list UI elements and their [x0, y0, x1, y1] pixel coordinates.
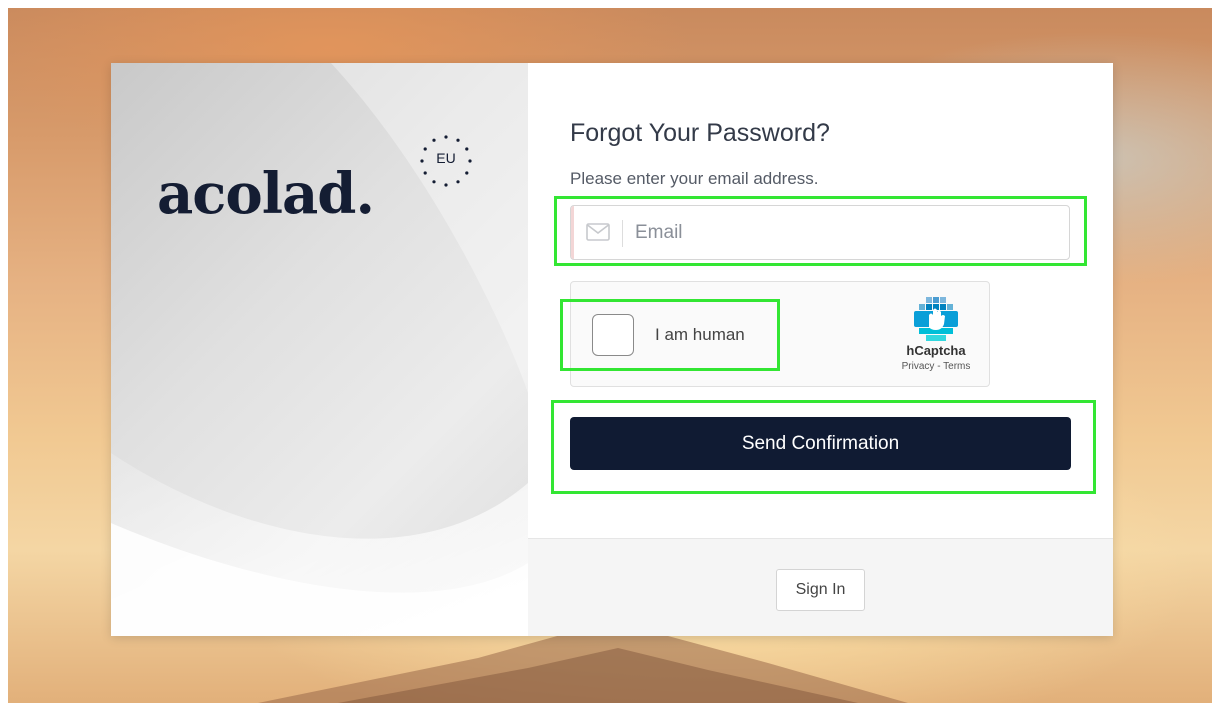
form-instructions: Please enter your email address. [570, 169, 819, 188]
page-title: Forgot Your Password? [570, 119, 830, 147]
captcha-checkbox[interactable] [592, 314, 634, 356]
login-card: acolad. EU Forgot Your Password? Please … [111, 63, 1113, 636]
email-input[interactable] [635, 214, 1055, 252]
hcaptcha-brand: hCaptcha [906, 343, 966, 358]
envelope-icon [586, 223, 610, 241]
email-field-accent [571, 206, 574, 259]
captcha-label: I am human [655, 325, 745, 344]
eu-stars-badge: EU [416, 131, 476, 191]
brand-panel: acolad. EU [111, 63, 528, 636]
acolad-logo: acolad. [157, 161, 375, 227]
email-field[interactable] [570, 205, 1070, 260]
card-footer: Sign In [528, 538, 1113, 636]
hcaptcha-privacy-terms-links[interactable]: Privacy - Terms [891, 361, 981, 372]
eu-badge-text: EU [436, 150, 456, 166]
hcaptcha-widget: I am human hCaptcha Privacy - Terms [570, 281, 990, 387]
sign-in-button[interactable]: Sign In [776, 569, 865, 611]
hcaptcha-logo-icon [914, 297, 958, 341]
form-panel: Forgot Your Password? Please enter your … [528, 63, 1113, 636]
email-field-divider [622, 220, 623, 247]
send-confirmation-button[interactable]: Send Confirmation [570, 417, 1071, 470]
